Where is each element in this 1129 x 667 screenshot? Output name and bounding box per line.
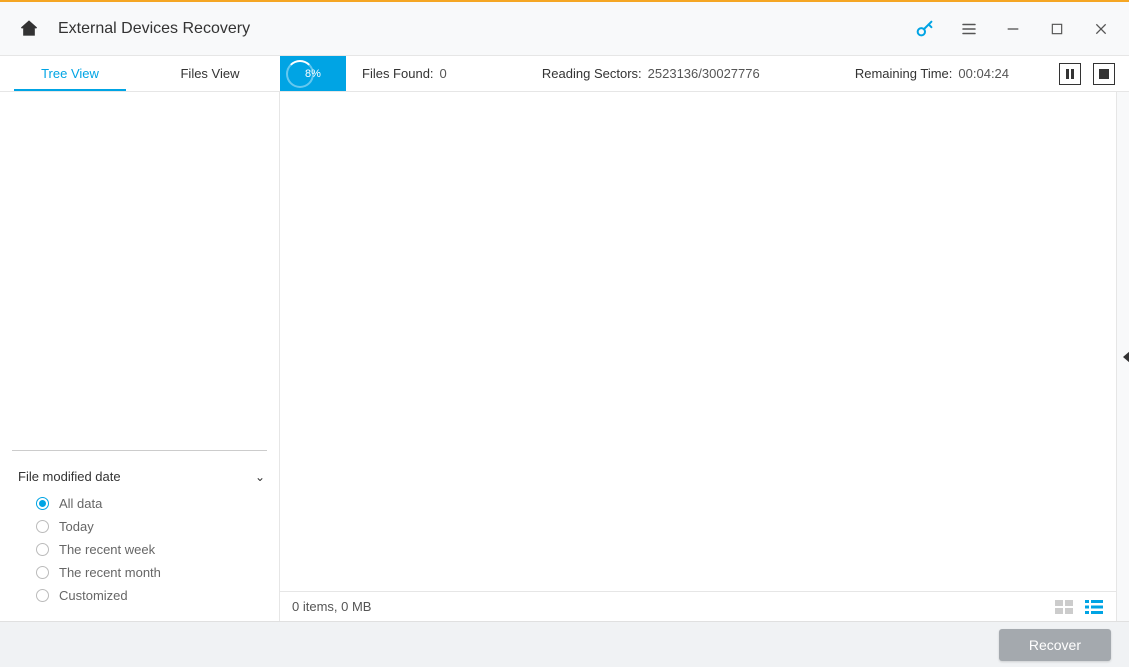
filter-radio-option[interactable]: The recent month bbox=[36, 565, 265, 580]
content-area: 0 items, 0 MB bbox=[280, 92, 1117, 621]
chevron-down-icon: ⌄ bbox=[255, 470, 265, 484]
radio-icon bbox=[36, 589, 49, 602]
radio-label: Customized bbox=[59, 588, 128, 603]
tab-label: Tree View bbox=[41, 66, 99, 81]
status-value: 2523136/30027776 bbox=[648, 66, 760, 81]
radio-icon bbox=[36, 543, 49, 556]
files-found-status: Files Found: 0 bbox=[346, 56, 463, 91]
filter-radio-option[interactable]: All data bbox=[36, 496, 265, 511]
radio-label: The recent week bbox=[59, 542, 155, 557]
maximize-icon[interactable] bbox=[1045, 17, 1069, 41]
remaining-time-status: Remaining Time: 00:04:24 bbox=[839, 56, 1025, 91]
stop-button[interactable] bbox=[1093, 63, 1115, 85]
items-summary: 0 items, 0 MB bbox=[292, 599, 371, 614]
menu-icon[interactable] bbox=[957, 17, 981, 41]
home-icon[interactable] bbox=[18, 18, 40, 40]
scan-progress-badge: 8% bbox=[280, 56, 346, 91]
radio-label: All data bbox=[59, 496, 102, 511]
reading-sectors-status: Reading Sectors: 2523136/30027776 bbox=[526, 56, 776, 91]
grid-view-button[interactable] bbox=[1054, 599, 1074, 615]
progress-percent: 8% bbox=[305, 68, 321, 80]
status-label: Reading Sectors: bbox=[542, 66, 642, 81]
button-label: Recover bbox=[1029, 637, 1081, 653]
titlebar: External Devices Recovery bbox=[0, 2, 1129, 56]
toolbar: Tree View Files View 8% Files Found: 0 R… bbox=[0, 56, 1129, 92]
file-tree-area bbox=[0, 92, 279, 450]
recover-button[interactable]: Recover bbox=[999, 629, 1111, 661]
status-label: Files Found: bbox=[362, 66, 434, 81]
pause-button[interactable] bbox=[1059, 63, 1081, 85]
right-rail bbox=[1117, 92, 1129, 621]
minimize-icon[interactable] bbox=[1001, 17, 1025, 41]
radio-icon bbox=[36, 566, 49, 579]
key-icon[interactable] bbox=[913, 17, 937, 41]
status-value: 00:04:24 bbox=[958, 66, 1009, 81]
filter-section: File modified date ⌄ All data Today The re… bbox=[0, 461, 279, 621]
list-view-button[interactable] bbox=[1084, 599, 1104, 615]
status-value: 0 bbox=[440, 66, 447, 81]
filter-heading: File modified date bbox=[18, 469, 121, 484]
content-statusbar: 0 items, 0 MB bbox=[280, 591, 1116, 621]
filter-toggle[interactable]: File modified date ⌄ bbox=[18, 469, 265, 492]
page-title: External Devices Recovery bbox=[58, 20, 250, 38]
sidebar: File modified date ⌄ All data Today The re… bbox=[0, 92, 280, 621]
radio-label: Today bbox=[59, 519, 94, 534]
close-icon[interactable] bbox=[1089, 17, 1113, 41]
radio-icon bbox=[36, 497, 49, 510]
tab-tree-view[interactable]: Tree View bbox=[0, 56, 140, 91]
file-list-area bbox=[280, 92, 1116, 591]
tab-label: Files View bbox=[180, 66, 239, 81]
filter-radio-option[interactable]: Today bbox=[36, 519, 265, 534]
filter-radio-option[interactable]: The recent week bbox=[36, 542, 265, 557]
expand-panel-arrow-icon[interactable] bbox=[1123, 351, 1129, 363]
radio-label: The recent month bbox=[59, 565, 161, 580]
footer: Recover bbox=[0, 621, 1129, 667]
filter-radio-option[interactable]: Customized bbox=[36, 588, 265, 603]
status-label: Remaining Time: bbox=[855, 66, 953, 81]
tab-files-view[interactable]: Files View bbox=[140, 56, 280, 91]
radio-icon bbox=[36, 520, 49, 533]
